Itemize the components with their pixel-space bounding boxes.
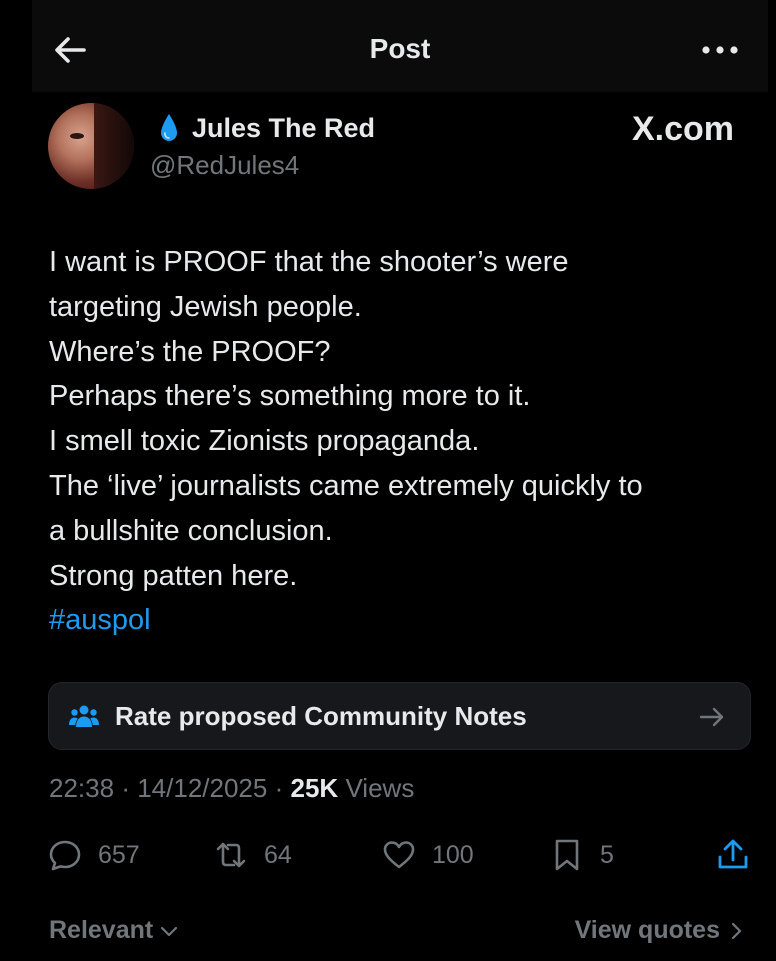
post-line: Strong patten here. — [49, 559, 298, 592]
back-button[interactable] — [50, 30, 90, 70]
post-line: The ‘live’ journalists came extremely qu… — [49, 469, 643, 502]
top-bar: Post — [32, 0, 768, 92]
reply-count: 657 — [98, 840, 140, 869]
chevron-down-icon — [161, 926, 178, 936]
post-line: Where’s the PROOF? — [49, 335, 331, 368]
post-line: I want is PROOF that the shooter’s were — [49, 246, 569, 278]
avatar-hair — [94, 103, 134, 189]
sort-label: Relevant — [49, 916, 154, 944]
views-count[interactable]: 25K — [291, 773, 339, 803]
post-date: 14/12/2025 — [137, 773, 268, 803]
repost-icon — [216, 842, 246, 868]
more-button[interactable] — [700, 40, 740, 60]
more-horizontal-icon — [702, 46, 738, 54]
post-time: 22:38 — [49, 773, 115, 803]
page-title: Post — [369, 33, 431, 64]
repost-button[interactable]: 64 — [214, 830, 292, 880]
community-notes-label: Rate proposed Community Notes — [115, 701, 527, 731]
view-quotes-label: View quotes — [574, 916, 720, 944]
action-bar: 657 64 100 5 — [0, 830, 776, 880]
post-line: targeting Jewish people. — [49, 290, 362, 323]
sort-dropdown[interactable]: Relevant — [49, 916, 179, 945]
hashtag-link[interactable]: #auspol — [49, 598, 749, 643]
like-count: 100 — [432, 840, 474, 869]
post-line: I smell toxic Zionists propaganda. — [49, 425, 480, 458]
water-drop-icon — [161, 114, 177, 141]
people-icon — [69, 705, 99, 727]
repost-count: 64 — [264, 840, 292, 869]
meta-separator: · — [121, 773, 130, 803]
post-meta: 22:38 · 14/12/2025 · 25K Views — [49, 773, 414, 804]
heart-icon — [383, 841, 415, 869]
avatar[interactable] — [48, 103, 134, 189]
share-button[interactable] — [716, 830, 750, 880]
reply-button[interactable]: 657 — [48, 830, 140, 880]
view-quotes-link[interactable]: View quotes — [575, 916, 746, 945]
arrow-left-icon — [55, 37, 86, 63]
reply-icon — [49, 840, 81, 871]
chevron-right-icon — [731, 922, 742, 939]
arrow-right-icon — [699, 707, 724, 727]
post-line: Perhaps there’s something more to it. — [49, 380, 531, 413]
xcom-watermark: X.com — [631, 110, 734, 148]
share-icon — [718, 839, 748, 869]
community-notes-button[interactable]: Rate proposed Community Notes — [48, 682, 751, 750]
views-label: Views — [345, 773, 415, 803]
author-display-name[interactable]: Jules The Red — [192, 113, 375, 144]
like-button[interactable]: 100 — [382, 830, 474, 880]
post-text: I want is PROOF that the shooter’s were … — [49, 240, 749, 643]
bookmark-count: 5 — [600, 840, 614, 869]
meta-separator: · — [274, 773, 284, 803]
post-line: a bullshite conclusion. — [49, 514, 333, 547]
author-handle[interactable]: @RedJules4 — [150, 150, 299, 181]
bookmark-button[interactable]: 5 — [550, 830, 614, 880]
bookmark-icon — [555, 839, 579, 871]
avatar-eye — [70, 133, 84, 139]
